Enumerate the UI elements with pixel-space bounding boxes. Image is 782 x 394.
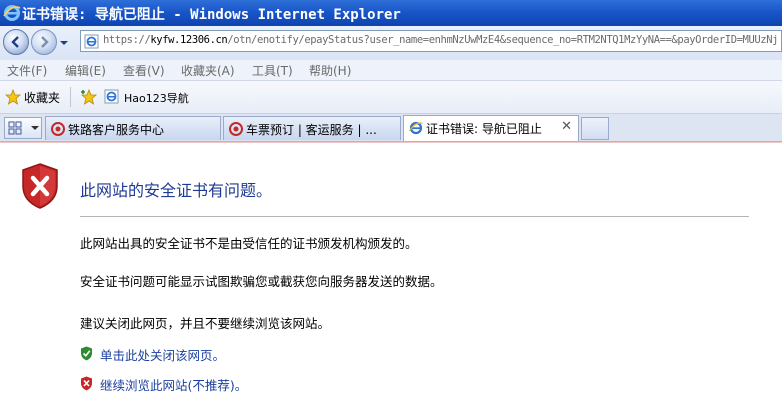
error-page: 此网站的安全证书有问题。 此网站出具的安全证书不是由受信任的证书颁发机构颁发的。… <box>0 142 782 393</box>
tab-certificate-error[interactable]: 证书错误: 导航已阻止 ✕ <box>403 115 579 141</box>
window-title: 证书错误: 导航已阻止 - Windows Internet Explorer <box>22 7 401 23</box>
menu-bar: 文件(F) 编辑(E) 查看(V) 收藏夹(A) 工具(T) 帮助(H) <box>0 60 782 81</box>
close-tab-icon[interactable]: ✕ <box>561 119 572 134</box>
ie-logo-icon <box>409 121 423 135</box>
url-path: /otn/enotify/epayStatus?user_name=enhmNz… <box>227 34 779 46</box>
navigation-bar: https://kyfw.12306.cn/otn/enotify/epaySt… <box>0 26 782 61</box>
tab-label: 铁路客户服务中心 <box>68 123 165 137</box>
error-shield-icon <box>22 163 58 209</box>
error-explanation: 此网站出具的安全证书不是由受信任的证书颁发机构颁发的。 <box>80 236 418 251</box>
quick-tabs-icon <box>8 121 39 135</box>
menu-help[interactable]: 帮助(H) <box>309 62 351 79</box>
page-top-border <box>0 142 782 143</box>
menu-edit[interactable]: 编辑(E) <box>65 62 106 79</box>
tab-ticket-booking[interactable]: 车票预订 | 客运服务 | ... <box>223 116 401 140</box>
forward-button[interactable] <box>31 29 57 55</box>
title-bar: 证书错误: 导航已阻止 - Windows Internet Explorer <box>0 0 782 26</box>
new-tab-button[interactable] <box>581 117 609 140</box>
back-arrow-icon <box>11 36 19 48</box>
ie-page-icon <box>104 89 119 104</box>
menu-view[interactable]: 查看(V) <box>123 62 165 79</box>
favorites-bar: 收藏夹 Hao123导航 <box>0 81 782 114</box>
close-page-link[interactable]: 单击此处关闭该网页。 <box>100 345 225 364</box>
add-to-favorites-icon[interactable] <box>80 88 98 106</box>
forward-arrow-icon <box>41 36 49 48</box>
quick-tabs-button[interactable] <box>4 117 42 139</box>
favorites-button[interactable]: 收藏夹 <box>24 89 60 106</box>
hao123-link[interactable]: Hao123导航 <box>124 90 189 106</box>
favorites-star-icon[interactable] <box>5 89 21 105</box>
ie-page-icon <box>84 34 99 49</box>
tab-railway-service[interactable]: 铁路客户服务中心 <box>45 116 221 140</box>
risk-explanation: 安全证书问题可能显示试图欺骗您或截获您向服务器发送的数据。 <box>80 274 443 289</box>
page-title: 此网站的安全证书有问题。 <box>80 181 273 200</box>
continue-to-site-link[interactable]: 继续浏览此网站(不推荐)。 <box>100 375 247 394</box>
heading-divider <box>80 216 749 217</box>
back-button[interactable] <box>3 29 29 55</box>
url-host: kyfw.12306.cn <box>150 34 228 46</box>
tab-bar: 铁路客户服务中心 车票预订 | 客运服务 | ... 证书错误: 导航已阻止 ✕ <box>0 114 782 142</box>
12306-logo-icon <box>229 122 243 136</box>
toolbar-divider <box>70 87 71 107</box>
menu-file[interactable]: 文件(F) <box>7 62 47 79</box>
menu-tools[interactable]: 工具(T) <box>252 62 293 79</box>
menu-favorites[interactable]: 收藏夹(A) <box>181 62 235 79</box>
url-text[interactable]: https://kyfw.12306.cn/otn/enotify/epaySt… <box>103 34 778 46</box>
recommendation: 建议关闭此网页，并且不要继续浏览该网站。 <box>80 316 331 331</box>
url-prefix: https:// <box>103 34 151 46</box>
ie-logo-icon <box>3 5 21 21</box>
12306-logo-icon <box>51 122 65 136</box>
tab-label: 车票预订 | 客运服务 | ... <box>246 123 377 137</box>
address-bar[interactable]: https://kyfw.12306.cn/otn/enotify/epaySt… <box>80 30 782 52</box>
safe-shield-icon <box>81 346 92 361</box>
tab-label: 证书错误: 导航已阻止 <box>426 122 542 136</box>
chevron-down-icon[interactable] <box>59 38 69 48</box>
